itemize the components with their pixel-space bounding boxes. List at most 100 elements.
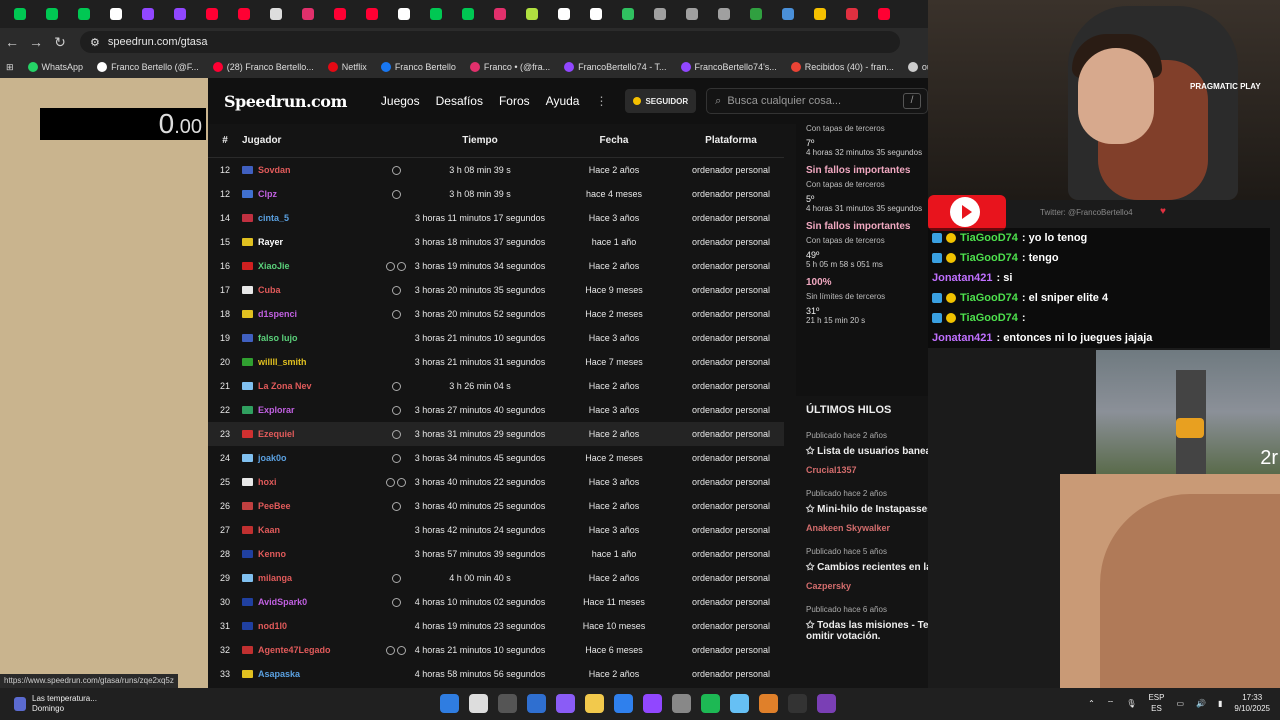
follow-button[interactable]: SEGUIDOR <box>625 89 697 113</box>
browser-tab[interactable] <box>772 0 804 28</box>
header-player[interactable]: Jugador <box>242 135 382 146</box>
header-date[interactable]: Fecha <box>550 135 678 146</box>
browser-tab[interactable] <box>36 0 68 28</box>
table-row[interactable]: 12 Sovdan 3 h 08 min 39 s Hace 2 años ordena… <box>208 158 784 182</box>
thread-item[interactable]: Publicado hace 2 años ✩ Mini-hilo de Inst… <box>806 489 928 533</box>
bookmark-item[interactable]: Franco Bertello (@F... <box>97 62 199 72</box>
row-player[interactable]: nod1l0 <box>258 621 287 631</box>
video-icon[interactable] <box>391 573 401 583</box>
table-row[interactable]: 30 AvidSpark0 4 horas 10 minutos 02 segund… <box>208 590 784 614</box>
video-icon[interactable] <box>386 645 395 655</box>
header-time[interactable]: Tiempo <box>410 135 550 146</box>
taskbar-app-icon[interactable] <box>585 694 604 713</box>
taskbar-app-icon[interactable] <box>469 694 488 713</box>
row-player[interactable]: falso lujo <box>258 333 298 343</box>
row-player[interactable]: Kaan <box>258 525 280 535</box>
language-indicator[interactable]: ESP ES <box>1148 692 1164 714</box>
tray-chevron-icon[interactable]: ⌃ <box>1088 698 1095 709</box>
taskbar-app-icon[interactable] <box>527 694 546 713</box>
video-icon[interactable] <box>397 261 406 271</box>
browser-tab[interactable] <box>4 0 36 28</box>
browser-tab[interactable] <box>804 0 836 28</box>
browser-tab[interactable] <box>516 0 548 28</box>
volume-icon[interactable]: 🔊 <box>1196 698 1206 709</box>
bookmark-item[interactable]: Franco Bertello <box>380 62 456 72</box>
weather-widget[interactable]: Las temperatura... Domingo <box>14 694 97 714</box>
pb-entry[interactable]: 100%Sin límites de terceros31ºMhmd_FVC21… <box>806 277 928 325</box>
thread-author[interactable]: Anakeen Skywalker <box>806 523 890 533</box>
taskbar-app-icon[interactable] <box>556 694 575 713</box>
table-row[interactable]: 28 Kenno 3 horas 57 minutos 39 segundos hac… <box>208 542 784 566</box>
video-icon[interactable] <box>391 501 401 511</box>
video-icon[interactable] <box>391 453 401 463</box>
table-row[interactable]: 26 PeeBee 3 horas 40 minutos 25 segundos Ha… <box>208 494 784 518</box>
row-player[interactable]: AvidSpark0 <box>258 597 307 607</box>
browser-tab[interactable] <box>740 0 772 28</box>
thread-title[interactable]: Mini-hilo de Instapasses <box>817 504 928 515</box>
bookmark-item[interactable]: (28) Franco Bertello... <box>212 62 314 72</box>
bookmark-item[interactable]: FrancoBertello74 - T... <box>564 62 667 72</box>
row-player[interactable]: Ezequiel <box>258 429 295 439</box>
taskbar-app-icon[interactable] <box>759 694 778 713</box>
browser-tab[interactable] <box>580 0 612 28</box>
site-info-icon[interactable]: ⚙ <box>90 36 100 49</box>
taskbar-app-icon[interactable] <box>817 694 836 713</box>
row-player[interactable]: willll_smith <box>258 357 307 367</box>
table-row[interactable]: 17 Cuba 3 horas 20 minutos 35 segundos Hace… <box>208 278 784 302</box>
video-icon[interactable] <box>391 597 401 607</box>
browser-tab[interactable] <box>644 0 676 28</box>
table-row[interactable]: 29 milanga 4 h 00 min 40 s Hace 2 años orden… <box>208 566 784 590</box>
bookmark-item[interactable]: outlook <box>907 62 928 72</box>
display-icon[interactable]: ▭ <box>1176 698 1184 709</box>
video-icon[interactable] <box>386 477 395 487</box>
forward-icon[interactable]: → <box>24 34 48 50</box>
video-icon[interactable] <box>391 189 401 199</box>
bookmark-item[interactable]: FrancoBertello74's... <box>680 62 777 72</box>
row-player[interactable]: Asapaska <box>258 669 300 679</box>
row-player[interactable]: cinta_5 <box>258 213 289 223</box>
browser-tab[interactable] <box>868 0 900 28</box>
row-player[interactable]: Explorar <box>258 405 295 415</box>
table-row[interactable]: 14 cinta_5 3 horas 11 minutos 17 segundos H… <box>208 206 784 230</box>
browser-tab[interactable] <box>356 0 388 28</box>
video-icon[interactable] <box>391 381 401 391</box>
table-row[interactable]: 18 d1spenci 3 horas 20 minutos 52 segundos… <box>208 302 784 326</box>
apps-icon[interactable]: ⊞ <box>6 62 14 73</box>
browser-tab[interactable] <box>452 0 484 28</box>
row-player[interactable]: milanga <box>258 573 292 583</box>
pb-entry[interactable]: Sin fallos importantes Con tapas de terce… <box>806 221 928 269</box>
browser-tab[interactable] <box>708 0 740 28</box>
row-player[interactable]: PeeBee <box>258 501 291 511</box>
row-player[interactable]: hoxi <box>258 477 277 487</box>
taskbar-app-icon[interactable] <box>498 694 517 713</box>
row-player[interactable]: Rayer <box>258 237 283 247</box>
bookmark-item[interactable]: Netflix <box>327 62 367 72</box>
browser-tab[interactable] <box>548 0 580 28</box>
browser-tab[interactable] <box>228 0 260 28</box>
nav-ayuda[interactable]: Ayuda <box>546 94 580 108</box>
video-icon[interactable] <box>391 285 401 295</box>
search-input[interactable]: ⌕ Busca cualquier cosa... / <box>706 88 928 114</box>
video-icon[interactable] <box>397 477 406 487</box>
browser-tab[interactable] <box>612 0 644 28</box>
mic-icon[interactable]: 🎙 <box>1126 698 1136 709</box>
browser-tab[interactable] <box>484 0 516 28</box>
header-platform[interactable]: Plataforma <box>678 135 784 146</box>
bookmark-item[interactable]: Franco • (@fra... <box>469 62 550 72</box>
table-row[interactable]: 12 Clpz 3 h 08 min 39 s hace 4 meses ordenad… <box>208 182 784 206</box>
battery-icon[interactable]: ▮ <box>1218 698 1222 709</box>
taskbar-app-icon[interactable] <box>730 694 749 713</box>
row-player[interactable]: Agente47Legado <box>258 645 331 655</box>
clock[interactable]: 17:33 9/10/2025 <box>1234 692 1270 714</box>
table-row[interactable]: 24 joak0o 3 horas 34 minutos 45 segundos Ha… <box>208 446 784 470</box>
more-menu-icon[interactable]: ⋮ <box>595 94 607 108</box>
video-icon[interactable] <box>391 405 401 415</box>
taskbar-app-icon[interactable] <box>440 694 459 713</box>
table-row[interactable]: 22 Explorar 3 horas 27 minutos 40 segundos… <box>208 398 784 422</box>
browser-tab[interactable] <box>676 0 708 28</box>
table-row[interactable]: 27 Kaan 3 horas 42 minutos 24 segundos Hace… <box>208 518 784 542</box>
row-player[interactable]: Sovdan <box>258 165 291 175</box>
taskbar-app-icon[interactable] <box>614 694 633 713</box>
browser-tab[interactable] <box>420 0 452 28</box>
video-icon[interactable] <box>386 261 395 271</box>
